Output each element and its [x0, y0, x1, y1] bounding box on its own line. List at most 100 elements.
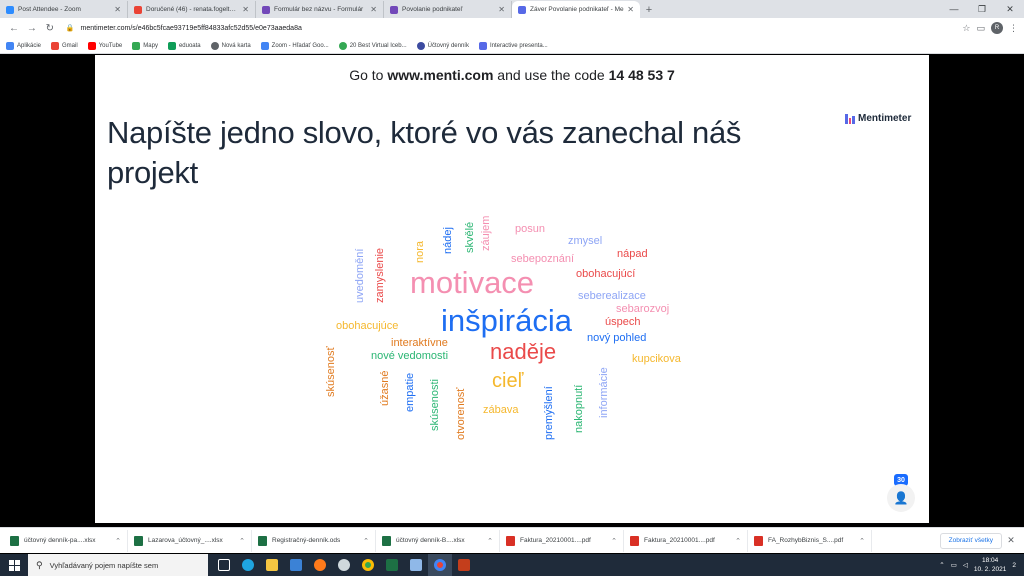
bookmark-item[interactable]: Účtovný denník [416, 41, 469, 50]
close-window-icon[interactable]: ✕ [996, 0, 1024, 18]
browser-tab-active[interactable]: Záver Povolanie podnikateľ - Me ✕ [512, 1, 640, 18]
zoom-favicon-icon [6, 5, 14, 14]
star-icon[interactable]: ☆ [962, 23, 970, 34]
word-cloud-word: seberealizace [578, 290, 646, 302]
chrome-active-icon[interactable] [428, 554, 452, 576]
cast-icon[interactable]: ▭ [976, 23, 985, 34]
close-tab-icon[interactable]: ✕ [370, 5, 377, 14]
apps-grid-icon [6, 41, 14, 50]
chevron-up-icon[interactable]: ⌃ [859, 537, 865, 545]
new-tab-button[interactable]: + [640, 1, 658, 18]
download-item[interactable]: Lazarova_účtovný_....xlsx ⌃ [128, 529, 252, 552]
tab-strip: Post Attendee - Zoom ✕ Doručené (46) - re… [0, 0, 1024, 18]
mail-icon[interactable] [284, 554, 308, 576]
volume-icon[interactable]: ◁ [963, 561, 968, 569]
browser-tab[interactable]: Formulár bez názvu - Formulár ✕ [256, 1, 384, 18]
store-icon[interactable] [404, 554, 428, 576]
bookmark-item[interactable]: Interactive presenta... [478, 41, 548, 50]
download-item[interactable]: Faktura_20210001....pdf ⌃ [500, 529, 624, 552]
download-item[interactable]: Faktura_20210001....pdf ⌃ [624, 529, 748, 552]
browser-tab[interactable]: Post Attendee - Zoom ✕ [0, 1, 128, 18]
gmail-favicon-icon [134, 5, 142, 14]
word-cloud-word: empatie [404, 372, 416, 412]
notifications-icon[interactable]: 2 [1012, 562, 1016, 569]
maps-icon [132, 41, 141, 50]
word-cloud-word: sebarozvoj [616, 303, 670, 315]
taskbar-search[interactable]: ⚲ Vyhľadávaný pojem napíšte sem [28, 554, 208, 576]
start-button[interactable] [0, 554, 28, 576]
browser-tab[interactable]: Povolanie podnikateľ ✕ [384, 1, 512, 18]
browser-tab[interactable]: Doručené (46) - renata.fogeltonova ✕ [128, 1, 256, 18]
clock[interactable]: 18:04 10. 2. 2021 [974, 556, 1007, 574]
word-cloud-word: nový pohled [587, 332, 647, 344]
chevron-up-icon[interactable]: ⌃ [363, 537, 369, 545]
minimize-icon[interactable]: — [940, 0, 968, 18]
chrome-icon[interactable] [356, 554, 380, 576]
address-bar[interactable]: 🔒 mentimeter.com/s/e46bc5fcae93719e5ff84… [66, 21, 963, 35]
forms-favicon-icon [390, 5, 398, 14]
mentimeter-icon [478, 41, 487, 50]
forward-arrow-icon[interactable]: → [24, 20, 40, 36]
pdf-file-icon [506, 535, 515, 546]
download-item[interactable]: FA_RozhybBiznis_S....pdf ⌃ [748, 529, 872, 552]
task-view-icon[interactable] [212, 554, 236, 576]
windows-taskbar: ⚲ Vyhľadávaný pojem napíšte sem ⌃ ▭ ◁ 18… [0, 554, 1024, 576]
bookmark-item[interactable]: 20 Best Virtual Iceb... [338, 41, 407, 50]
restore-icon[interactable]: ❐ [968, 0, 996, 18]
word-cloud-word: uvedomění [354, 248, 366, 303]
chevron-up-icon[interactable]: ⌃ [239, 537, 245, 545]
word-cloud-word: naděje [490, 339, 557, 364]
bookmark-item[interactable]: Mapy [132, 41, 158, 50]
file-explorer-icon[interactable] [260, 554, 284, 576]
windows-logo-icon [8, 559, 20, 571]
word-cloud-word: nové vedomosti [371, 350, 449, 362]
close-downloads-icon[interactable]: ✕ [1002, 535, 1020, 546]
show-all-downloads-button[interactable]: Zobraziť všetky [939, 532, 1002, 549]
toolbar-actions: ☆ ▭ R ⋮ [962, 22, 1018, 34]
download-item[interactable]: účtovný denník-pa....xlsx ⌃ [4, 529, 128, 552]
google-icon [260, 41, 269, 50]
powerpoint-icon[interactable] [452, 554, 476, 576]
chevron-up-icon[interactable]: ⌃ [115, 537, 121, 545]
close-tab-icon[interactable]: ✕ [498, 5, 505, 14]
chevron-up-icon[interactable]: ⌃ [735, 537, 741, 545]
bookmarks-bar: Aplikácie Gmail YouTube Mapy eduoata Nov… [0, 38, 1024, 54]
chevron-up-icon[interactable]: ⌃ [487, 537, 493, 545]
bookmark-item[interactable]: YouTube [87, 41, 122, 50]
word-cloud-word: záujem [480, 215, 492, 251]
close-tab-icon[interactable]: ✕ [627, 5, 634, 14]
close-tab-icon[interactable]: ✕ [242, 5, 249, 14]
excel-icon[interactable] [380, 554, 404, 576]
download-item[interactable]: Registračný-denník.ods ⌃ [252, 529, 376, 552]
network-icon[interactable]: ▭ [951, 561, 957, 569]
reload-icon[interactable]: ↻ [42, 20, 58, 36]
app-icon[interactable] [332, 554, 356, 576]
more-menu-icon[interactable]: ⋮ [1009, 23, 1018, 34]
mentimeter-favicon-icon [518, 5, 526, 14]
edge-icon[interactable] [236, 554, 260, 576]
chevron-up-icon[interactable]: ⌃ [611, 537, 617, 545]
close-tab-icon[interactable]: ✕ [114, 5, 121, 14]
word-cloud-word: motivace [410, 265, 535, 300]
bookmark-item[interactable]: Nová karta [210, 41, 251, 50]
back-arrow-icon[interactable]: ← [6, 20, 22, 36]
excel-file-icon [10, 535, 19, 546]
firefox-icon[interactable] [308, 554, 332, 576]
word-cloud-word: informácie [598, 367, 610, 418]
word-cloud-word: obohacujúce [336, 320, 399, 332]
download-item[interactable]: účtovný denník-B....xlsx ⌃ [376, 529, 500, 552]
ledger-icon [416, 41, 425, 50]
word-cloud-word: skúsenosti [429, 379, 441, 431]
bookmark-item[interactable]: Zoom - Hľadať Goo... [260, 41, 329, 50]
bookmark-item[interactable]: Gmail [51, 41, 78, 50]
gmail-icon [51, 41, 60, 50]
profile-avatar[interactable]: R [991, 22, 1003, 34]
word-cloud-word: zmysel [568, 235, 603, 247]
globe-icon [210, 41, 219, 50]
word-cloud-word: cieľ [492, 370, 524, 392]
bookmark-item[interactable]: eduoata [167, 41, 201, 50]
sheet-file-icon [258, 535, 267, 546]
tray-chevron-icon[interactable]: ⌃ [939, 561, 944, 569]
audience-person-icon[interactable]: 👤 [887, 484, 915, 512]
bookmark-item[interactable]: Aplikácie [6, 41, 41, 50]
